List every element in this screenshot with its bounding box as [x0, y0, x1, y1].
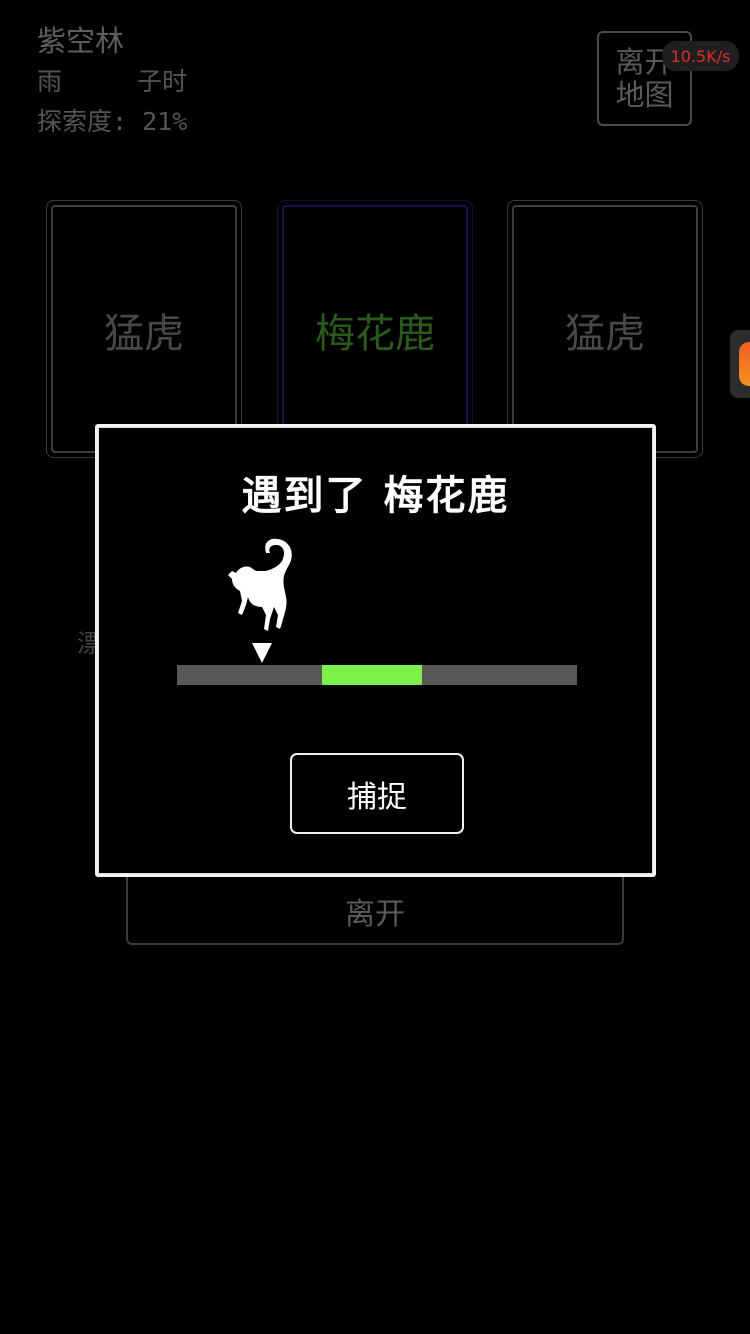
encounter-card-3[interactable]: 猛虎 — [507, 200, 703, 458]
leave-button[interactable]: 离开 — [126, 872, 624, 945]
cat-icon — [228, 538, 292, 663]
card-name: 猛虎 — [104, 311, 184, 357]
location-name: 紫空林 — [37, 24, 125, 58]
dialog-title: 遇到了 梅花鹿 — [241, 472, 510, 519]
catch-success-zone — [322, 665, 422, 685]
weather-text: 雨 — [37, 67, 63, 96]
card-name: 猛虎 — [565, 311, 645, 357]
encounter-dialog: 遇到了 梅花鹿 捕捉 — [95, 424, 656, 877]
exploration-progress: 探索度: 21% — [37, 107, 188, 136]
encounter-card-2[interactable]: 梅花鹿 — [277, 200, 473, 458]
encounter-card-1[interactable]: 猛虎 — [46, 200, 242, 458]
network-speed-badge: 10.5K/s — [662, 41, 739, 71]
catch-timing-bar — [177, 665, 577, 685]
leave-map-label-line2: 地图 — [615, 77, 674, 112]
time-text: 子时 — [137, 67, 188, 96]
catch-button[interactable]: 捕捉 — [290, 753, 464, 834]
app-icon — [739, 342, 750, 386]
floating-app-widget[interactable] — [730, 330, 750, 398]
card-name: 梅花鹿 — [315, 311, 435, 357]
